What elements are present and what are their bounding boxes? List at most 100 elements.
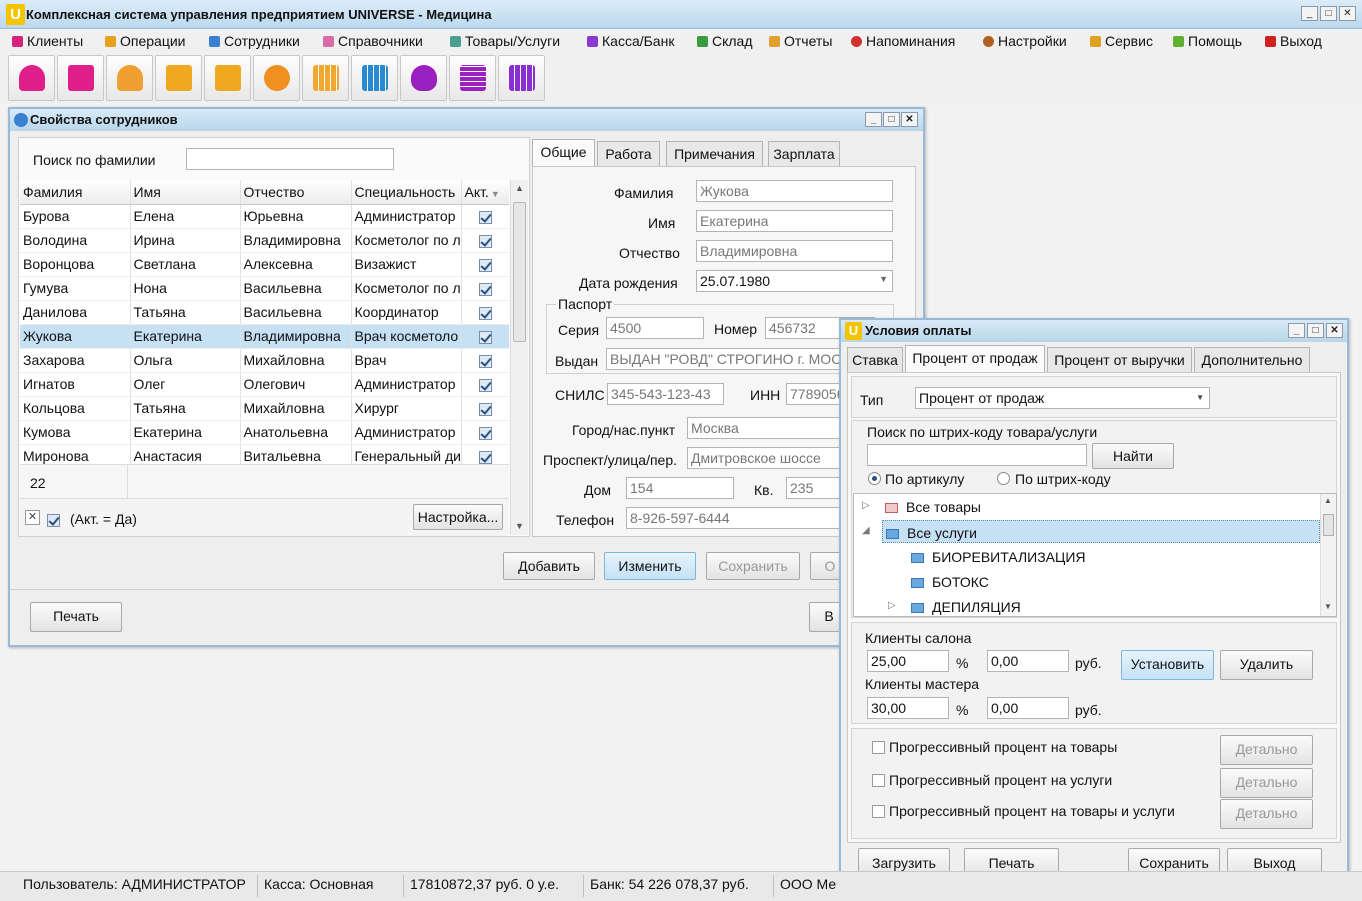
tree-expander-icon[interactable]: ▷ [888,594,896,616]
scroll-down-icon[interactable]: ▼ [1324,602,1332,611]
tree-scrollbar[interactable]: ▲ ▼ [1320,494,1336,616]
scroll-up-icon[interactable]: ▲ [1324,496,1332,505]
scrollbar-thumb[interactable] [1323,514,1334,536]
series-field[interactable]: 4500 [606,317,704,339]
tab-general[interactable]: Общие [532,139,595,166]
table-row[interactable]: Миронова Анастасия Витальевна Генеральный д… [20,444,509,464]
scroll-down-icon[interactable]: ▼ [515,521,524,531]
maximize-icon[interactable]: □ [1307,323,1324,338]
progressive-goods-checkbox[interactable] [872,741,885,754]
menu-reports[interactable]: Отчеты [769,33,832,49]
maximize-icon[interactable]: □ [883,112,900,127]
table-row[interactable]: Данилова Татьяна Васильевна Координатор [20,300,509,325]
tab-notes[interactable]: Примечания [666,141,763,166]
set-button[interactable]: Установить [1121,650,1214,680]
by-article-radio[interactable] [868,472,881,485]
column-header-last-name[interactable]: Фамилия [20,180,131,205]
save-button[interactable]: Сохранить [706,552,800,580]
menu-clients[interactable]: Клиенты [12,33,83,49]
house-field[interactable]: 154 [626,477,734,499]
snils-field[interactable]: 345-543-123-43 [607,383,724,405]
tab-percent-of-sales[interactable]: Процент от продаж [905,345,1045,372]
toolbar-employees-button[interactable] [106,55,153,101]
minimize-icon[interactable]: _ [1301,6,1318,21]
toolbar-money-button[interactable] [400,55,447,101]
last-name-field[interactable]: Жукова [696,180,893,202]
menu-catalogs[interactable]: Справочники [323,33,423,49]
scroll-up-icon[interactable]: ▲ [515,183,524,193]
table-row[interactable]: Игнатов Олег Олегович Администратор [20,372,509,397]
menu-reminders[interactable]: Напоминания [851,33,955,49]
filter-enabled-checkbox[interactable] [47,513,60,527]
progressive-services-details-button[interactable]: Детально [1220,768,1313,798]
active-checkbox[interactable] [478,210,492,224]
minimize-icon[interactable]: _ [865,112,882,127]
first-name-field[interactable]: Екатерина [696,210,893,232]
toolbar-coins-button[interactable] [449,55,496,101]
menu-warehouse[interactable]: Склад [697,33,753,49]
delete-button[interactable]: Удалить [1220,650,1313,680]
column-header-active[interactable]: Акт. ▼ [461,180,509,205]
menu-operations[interactable]: Операции [105,33,186,49]
column-header-first-name[interactable]: Имя [130,180,241,205]
toolbar-schedule-button[interactable] [351,55,398,101]
close-icon[interactable]: ✕ [1339,6,1356,21]
menu-exit[interactable]: Выход [1265,33,1322,49]
tab-rate[interactable]: Ставка [847,347,903,372]
menu-goods-services[interactable]: Товары/Услуги [450,33,560,49]
active-checkbox[interactable] [478,354,492,368]
filter-icon[interactable]: ▼ [491,189,500,199]
employees-scrollbar[interactable]: ▲ ▼ [510,180,528,535]
table-row[interactable]: Захарова Ольга Михайловна Врач [20,348,509,373]
tree-item[interactable]: ▷ Все товары [854,494,1320,519]
active-checkbox[interactable] [478,378,492,392]
clear-filter-icon[interactable]: ✕ [25,510,40,525]
type-select[interactable]: Процент от продаж ▼ [915,387,1210,409]
active-checkbox[interactable] [478,330,492,344]
tree-item[interactable]: БОТОКС [854,569,1320,594]
table-row[interactable]: Воронцова Светлана Алексевна Визажист [20,252,509,277]
tab-salary[interactable]: Зарплата [768,141,840,166]
column-header-middle-name[interactable]: Отчество [240,180,352,205]
active-checkbox[interactable] [478,234,492,248]
search-input[interactable] [186,148,394,170]
toolbar-calendar-purple-button[interactable] [498,55,545,101]
table-row[interactable]: Бурова Елена Юрьевна Администратор [20,204,509,229]
tab-work[interactable]: Работа [597,141,660,166]
table-row[interactable]: Кумова Екатерина Анатольевна Администратор [20,420,509,445]
column-header-specialty[interactable]: Специальность [351,180,462,205]
toolbar-folder-button[interactable] [155,55,202,101]
middle-name-field[interactable]: Владимировна [696,240,893,262]
menu-help[interactable]: Помощь [1173,33,1242,49]
master-rub-field[interactable]: 0,00 [987,697,1069,719]
active-checkbox[interactable] [478,258,492,272]
chevron-down-icon[interactable]: ▼ [1196,393,1204,402]
tab-additional[interactable]: Дополнительно [1194,347,1310,372]
salon-percent-field[interactable]: 25,00 [867,650,949,672]
toolbar-documents-button[interactable] [204,55,251,101]
barcode-search-input[interactable] [867,444,1087,466]
edit-button[interactable]: Изменить [604,552,696,580]
progressive-goods-details-button[interactable]: Детально [1220,735,1313,765]
birth-date-picker[interactable]: 25.07.1980 ▼ [696,270,893,292]
close-icon[interactable]: ✕ [901,112,918,127]
master-percent-field[interactable]: 30,00 [867,697,949,719]
table-row[interactable]: Володина Ирина Владимировна Косметолог по л [20,228,509,253]
menu-cash-bank[interactable]: Касса/Банк [587,33,674,49]
menu-employees[interactable]: Сотрудники [209,33,300,49]
tree-item[interactable]: БИОРЕВИТАЛИЗАЦИЯ [854,544,1320,569]
menu-service[interactable]: Сервис [1090,33,1153,49]
toolbar-clients-button[interactable] [8,55,55,101]
print-button[interactable]: Печать [30,602,122,632]
tree-item[interactable]: ◢ Все услуги [854,519,1320,544]
active-checkbox[interactable] [478,450,492,464]
salon-rub-field[interactable]: 0,00 [987,650,1069,672]
by-barcode-radio[interactable] [997,472,1010,485]
close-icon[interactable]: ✕ [1326,323,1343,338]
progressive-services-checkbox[interactable] [872,774,885,787]
progressive-both-checkbox[interactable] [872,805,885,818]
toolbar-phone-button[interactable] [253,55,300,101]
tab-percent-of-revenue[interactable]: Процент от выручки [1047,347,1192,372]
active-checkbox[interactable] [478,282,492,296]
tree-item[interactable]: ▷ ДЕПИЛЯЦИЯ [854,594,1320,616]
